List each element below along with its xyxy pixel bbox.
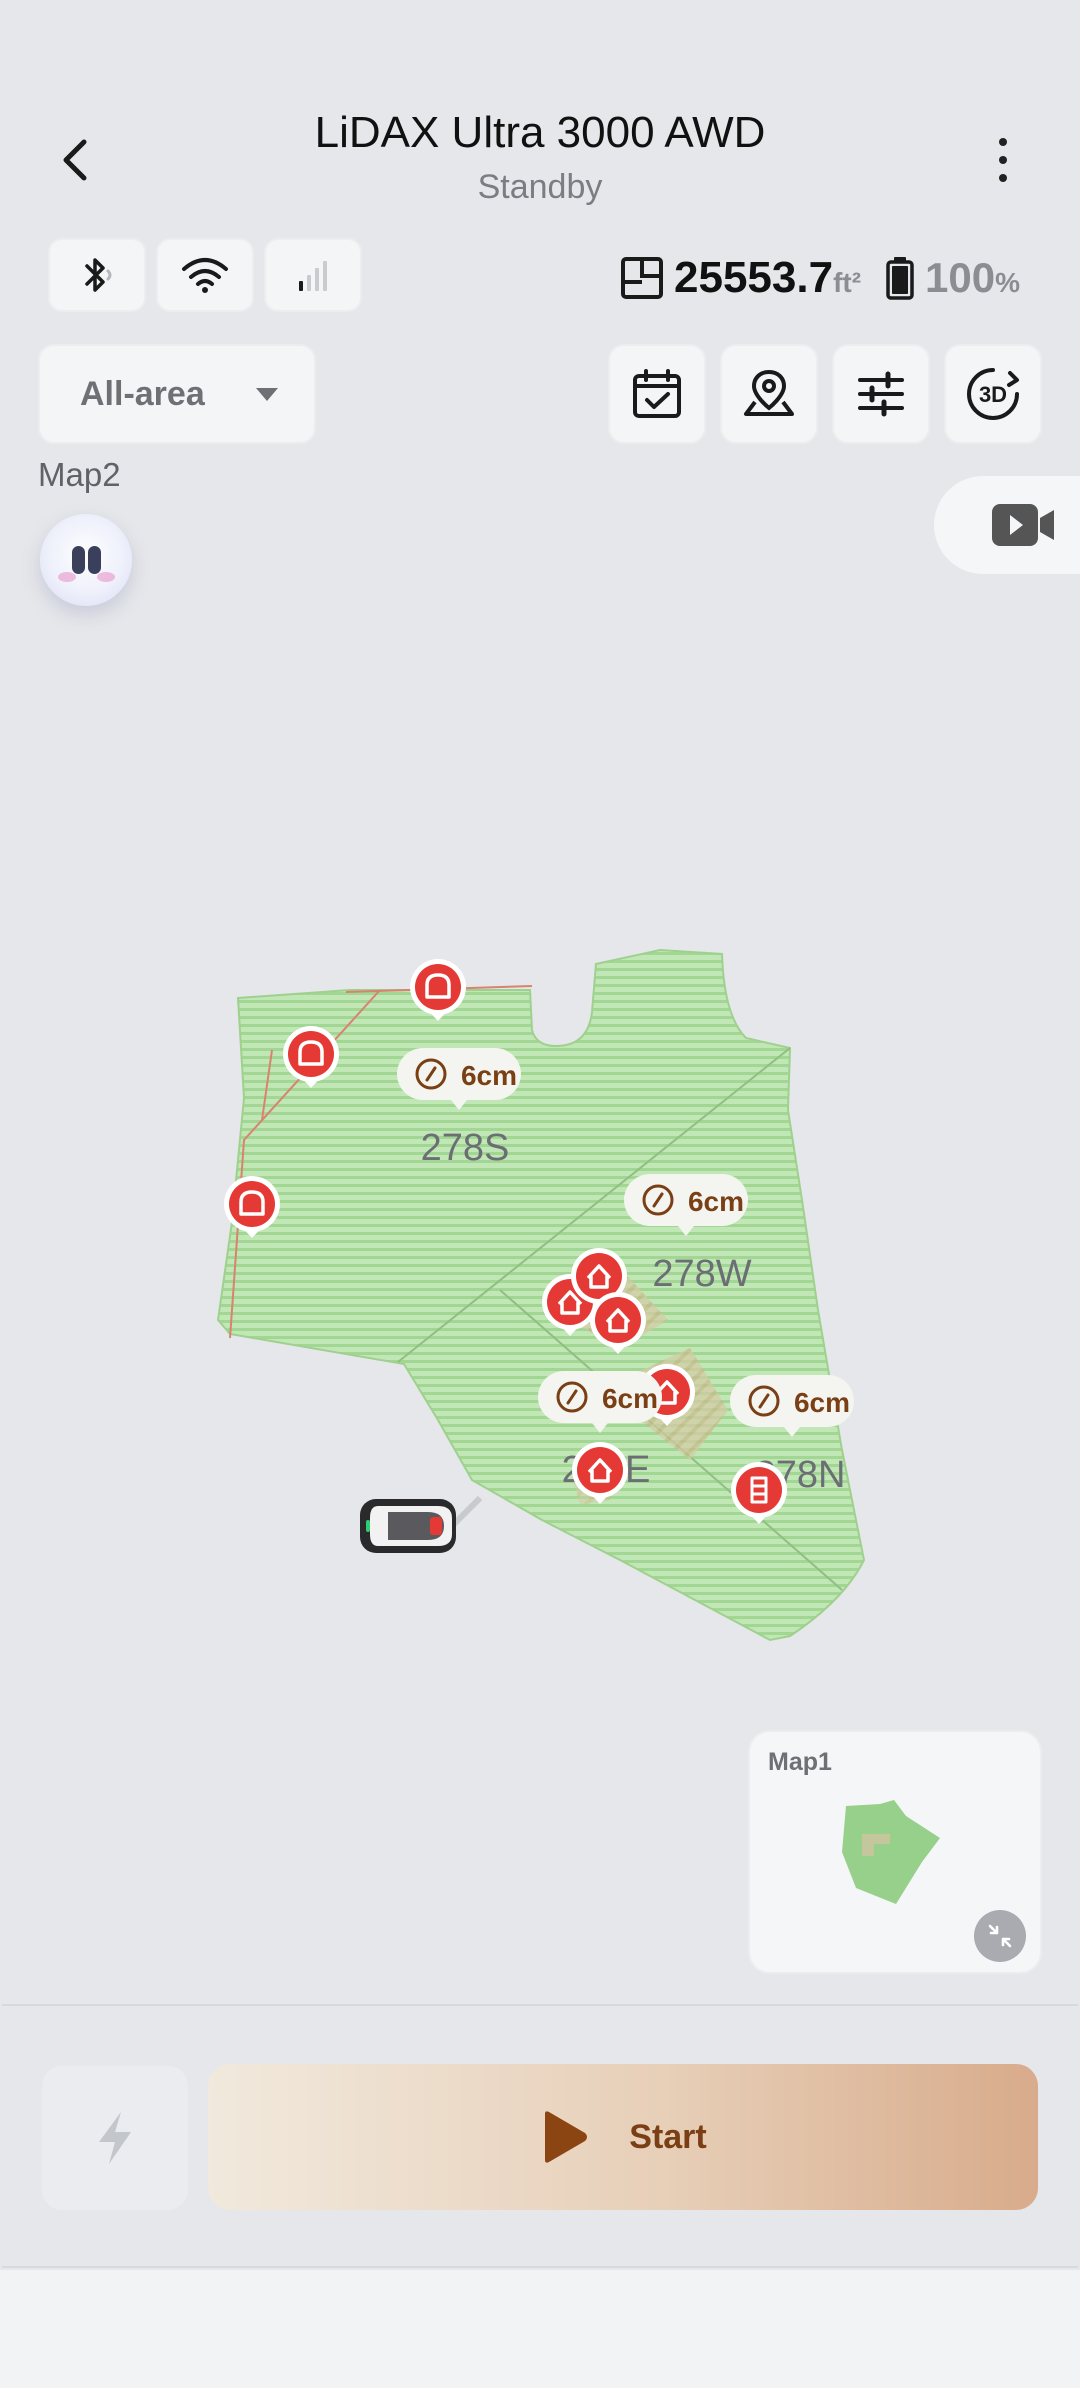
wifi-icon	[182, 258, 228, 293]
more-dot	[999, 174, 1007, 182]
area-number: 25553.7	[674, 253, 834, 302]
more-dots-icon	[999, 138, 1007, 146]
map-pin-icon	[744, 369, 794, 416]
wifi-status[interactable]	[156, 238, 254, 312]
more-options-button[interactable]	[975, 128, 1031, 192]
minimap-collapse-button[interactable]	[974, 1910, 1026, 1962]
battery-value: 100%	[925, 254, 1020, 302]
start-label: Start	[629, 2117, 707, 2156]
area-selector-label: All-area	[80, 374, 205, 413]
cut-height-value: 6cm	[688, 1186, 744, 1217]
lawn-map[interactable]: 278S 278W 278E 278N 6cm	[0, 900, 1080, 1660]
avatar-blush	[58, 572, 76, 582]
robot-mower[interactable]	[360, 1499, 456, 1553]
cut-height-value: 6cm	[461, 1060, 517, 1091]
3d-view-button[interactable]: 3D	[944, 344, 1042, 444]
bluetooth-icon	[85, 258, 112, 292]
current-map-name: Map2	[38, 456, 121, 493]
battery-unit: %	[995, 267, 1021, 298]
avatar-blush	[97, 572, 115, 582]
cut-height-value: 6cm	[602, 1383, 658, 1414]
battery-icon	[886, 257, 914, 300]
3d-view-icon: 3D	[967, 368, 1019, 420]
area-value: 25553.7ft²	[674, 253, 861, 303]
recharge-button[interactable]	[42, 2066, 188, 2210]
area-icon	[621, 257, 663, 299]
camera-view-button[interactable]	[934, 476, 1080, 574]
cellular-status[interactable]	[264, 238, 362, 312]
start-button[interactable]: Start	[208, 2064, 1038, 2210]
system-nav-area	[0, 2270, 1080, 2388]
settings-sliders-icon	[858, 371, 904, 417]
schedule-icon	[633, 369, 681, 418]
avatar-eye-right	[88, 546, 101, 574]
device-title: LiDAX Ultra 3000 AWD	[314, 108, 766, 157]
minimap-card[interactable]: Map1	[748, 1730, 1042, 1974]
more-dot	[999, 156, 1007, 164]
mowing-area-stat: 25553.7ft² 100%	[620, 248, 1020, 308]
area-unit: ft²	[833, 267, 862, 298]
cellular-signal-icon	[299, 261, 327, 291]
map-edit-button[interactable]	[720, 344, 818, 444]
svg-text:3D: 3D	[979, 382, 1007, 407]
minimap-label: Map1	[768, 1748, 832, 1776]
play-icon	[545, 2111, 588, 2163]
caret-down-icon	[256, 388, 278, 401]
collapse-arrows-icon	[988, 1924, 1012, 1948]
device-status: Standby	[477, 168, 603, 206]
battery-number: 100	[925, 254, 996, 301]
avatar-eye-left	[72, 546, 85, 574]
assistant-avatar[interactable]	[40, 514, 132, 606]
zone-label[interactable]: 278W	[652, 1253, 751, 1295]
cut-height-value: 6cm	[794, 1387, 850, 1418]
schedule-button[interactable]	[608, 344, 706, 444]
area-selector-dropdown[interactable]: All-area	[38, 344, 316, 444]
video-camera-icon	[992, 504, 1054, 546]
minimap-lawn	[842, 1800, 940, 1904]
bluetooth-status[interactable]	[48, 238, 146, 312]
lightning-bolt-icon	[99, 2112, 131, 2164]
settings-button[interactable]	[832, 344, 930, 444]
zone-label[interactable]: 278S	[421, 1127, 510, 1169]
